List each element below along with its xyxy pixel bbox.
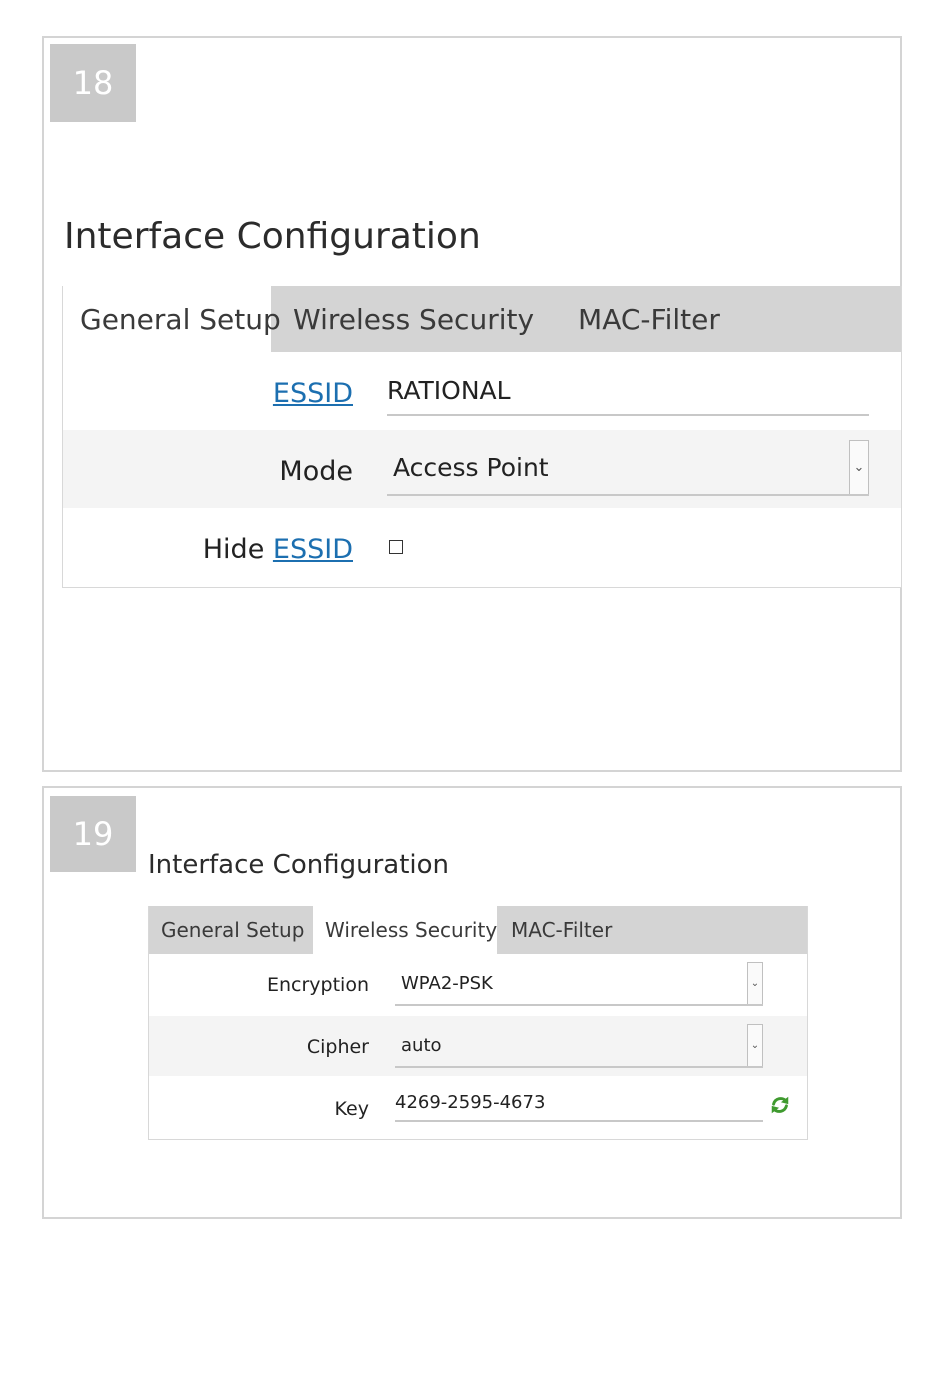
encryption-row: Encryption WPA2-PSK ⌄ [149, 954, 807, 1014]
key-label: Key [334, 1098, 369, 1120]
cipher-label: Cipher [306, 1036, 369, 1058]
tab-wireless-security[interactable]: Wireless Security [271, 286, 556, 352]
cipher-selected-value: auto [401, 1034, 442, 1056]
encryption-label: Encryption [266, 974, 369, 996]
essid-row: ESSID RATIONAL [63, 352, 901, 430]
essid-label[interactable]: ESSID [273, 378, 353, 409]
hide-essid-checkbox[interactable] [389, 540, 403, 554]
step-18-panel: 18 Interface Configuration General Setup… [42, 36, 902, 772]
interface-config-box: General Setup Wireless Security MAC-Filt… [148, 906, 808, 1140]
mode-select[interactable]: Access Point ⌄ [387, 440, 869, 496]
hide-essid-link[interactable]: ESSID [273, 534, 353, 565]
chevron-down-icon[interactable]: ⌄ [747, 962, 763, 1004]
step-badge: 19 [50, 796, 136, 872]
step-19-panel: 19 Interface Configuration General Setup… [42, 786, 902, 1219]
interface-config-box: General Setup Wireless Security MAC-Filt… [62, 286, 902, 588]
tab-wireless-security[interactable]: Wireless Security [313, 906, 497, 954]
hide-label-prefix: Hide [202, 534, 265, 565]
cipher-select[interactable]: auto ⌄ [395, 1024, 763, 1068]
tab-general-setup[interactable]: General Setup [63, 286, 281, 352]
mode-label: Mode [279, 456, 353, 487]
encryption-select[interactable]: WPA2-PSK ⌄ [395, 962, 763, 1006]
tab-mac-filter[interactable]: MAC-Filter [497, 906, 626, 954]
key-input[interactable]: 4269-2595-4673 [395, 1086, 763, 1122]
tab-bar: General Setup Wireless Security MAC-Filt… [149, 906, 807, 954]
cipher-row: Cipher auto ⌄ [149, 1016, 807, 1076]
chevron-down-icon[interactable]: ⌄ [849, 440, 869, 494]
hide-essid-row: Hide ESSID [63, 508, 901, 586]
page-title: Interface Configuration [64, 216, 481, 257]
hide-essid-label: Hide ESSID [203, 534, 353, 565]
mode-selected-value: Access Point [393, 452, 549, 482]
tab-bar: General Setup Wireless Security MAC-Filt… [63, 286, 901, 352]
mode-row: Mode Access Point ⌄ [63, 430, 901, 508]
chevron-down-icon[interactable]: ⌄ [747, 1024, 763, 1066]
refresh-icon[interactable] [769, 1094, 791, 1116]
key-row: Key 4269-2595-4673 [149, 1078, 807, 1138]
tab-general-setup[interactable]: General Setup [149, 906, 313, 954]
step-badge: 18 [50, 44, 136, 122]
page-title: Interface Configuration [148, 850, 449, 880]
tab-mac-filter[interactable]: MAC-Filter [556, 286, 742, 352]
encryption-selected-value: WPA2-PSK [401, 972, 493, 994]
essid-input[interactable]: RATIONAL [387, 376, 869, 416]
